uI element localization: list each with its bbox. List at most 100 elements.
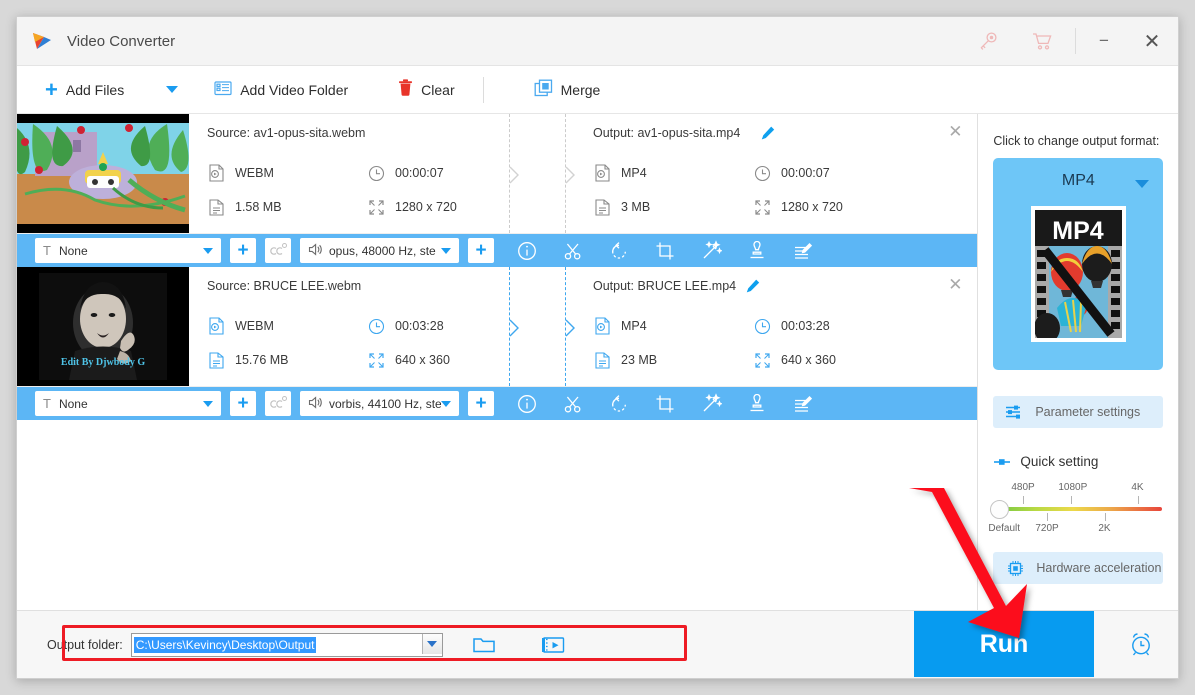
add-audio-button[interactable]: + [468, 391, 494, 416]
alarm-clock-icon[interactable] [1128, 631, 1154, 662]
effects-icon[interactable] [700, 240, 722, 262]
cart-icon[interactable] [1015, 17, 1069, 65]
merge-icon [534, 79, 553, 101]
app-root: Video Converter − ✕ + Add Files Add Vide… [0, 0, 1195, 695]
watermark-icon[interactable] [746, 240, 768, 262]
info-icon[interactable] [516, 393, 538, 415]
file-card: Source: av1-opus-sita.webm WEBM 1.58 MB … [17, 114, 978, 234]
output-duration: 00:03:28 [753, 317, 830, 335]
add-subtitle-button[interactable]: + [230, 238, 256, 263]
add-audio-button[interactable]: + [468, 238, 494, 263]
remove-file-button[interactable]: ✕ [945, 275, 965, 295]
quick-setting-header: Quick setting [993, 454, 1098, 469]
source-filename: Source: BRUCE LEE.webm [207, 279, 362, 293]
output-size-value: 23 MB [621, 353, 658, 367]
quick-setting-label: Quick setting [1020, 454, 1099, 469]
slider-label-2k: 2K [1098, 523, 1111, 534]
subtitle-edit-icon[interactable] [792, 240, 814, 262]
titlebar-divider [1075, 28, 1076, 54]
add-video-folder-button[interactable]: Add Video Folder [204, 66, 358, 113]
output-size: 3 MB [593, 198, 650, 216]
chevron-down-icon [1135, 180, 1150, 188]
slider-track[interactable] [1000, 507, 1163, 511]
key-icon[interactable] [961, 17, 1015, 65]
slider-tick-480p [1023, 496, 1025, 504]
add-files-label: Add Files [65, 81, 125, 98]
chevron-down-icon [203, 247, 213, 254]
output-folder-dropdown-button[interactable] [421, 633, 442, 654]
edit-pencil-icon[interactable] [744, 278, 762, 296]
merge-button[interactable]: Merge [524, 66, 611, 113]
output-folder-input[interactable]: C:\Users\Kevincy\Desktop\Output [130, 632, 443, 657]
clear-button[interactable]: Clear [388, 66, 464, 113]
output-format-value: MP4 [621, 166, 647, 180]
subtitle-t-icon: T [43, 243, 51, 258]
video-thumbnail: Edit By Djwbody G [17, 267, 189, 386]
add-files-button[interactable]: + Add Files [35, 66, 134, 113]
add-files-dropdown-button[interactable] [156, 66, 188, 113]
add-subtitle-button[interactable]: + [230, 391, 256, 416]
crop-icon[interactable] [654, 393, 676, 415]
slider-label-4k: 4K [1131, 482, 1144, 493]
subtitle-edit-icon[interactable] [792, 393, 814, 415]
resolution-icon-out [753, 351, 771, 369]
scissors-icon[interactable] [562, 393, 584, 415]
slider-knob[interactable] [990, 500, 1010, 519]
parameter-settings-button[interactable]: Parameter settings [993, 396, 1164, 428]
plus-icon: + [45, 76, 58, 102]
scissors-icon[interactable] [562, 240, 584, 262]
trash-icon [398, 79, 413, 100]
app-logo-icon [31, 30, 53, 52]
source-resolution-value: 1280 x 720 [395, 200, 457, 214]
output-format-selector[interactable]: MP4 MP4 [993, 158, 1164, 370]
subtitle-select[interactable]: T None [35, 391, 221, 416]
chevron-down-icon [166, 86, 179, 93]
preview-output-button[interactable] [541, 632, 567, 658]
remove-file-button[interactable]: ✕ [945, 122, 965, 142]
svg-text:MP4: MP4 [1053, 217, 1105, 245]
titlebar-actions: − ✕ [961, 17, 1178, 65]
effects-icon[interactable] [700, 393, 722, 415]
output-resolution-value: 1280 x 720 [781, 200, 843, 214]
slider-tick-2k [1105, 513, 1107, 521]
change-format-label: Click to change output format: [993, 134, 1160, 148]
close-button[interactable]: ✕ [1126, 17, 1178, 65]
minimize-button[interactable]: − [1082, 17, 1126, 65]
rotate-icon[interactable] [608, 393, 630, 415]
output-filename: Output: BRUCE LEE.mp4 [593, 279, 737, 293]
output-size-value: 3 MB [621, 200, 651, 214]
source-format: WEBM [207, 317, 274, 335]
slider-tick-720p [1047, 513, 1049, 521]
sliders-icon [1005, 404, 1023, 420]
closed-caption-button[interactable] [265, 391, 291, 416]
source-size-value: 1.58 MB [235, 200, 282, 214]
audio-track-select[interactable]: vorbis, 44100 Hz, ste [300, 391, 459, 416]
source-duration: 00:00:07 [367, 164, 444, 182]
source-duration: 00:03:28 [367, 317, 444, 335]
video-file-icon-out [593, 164, 611, 182]
resolution-icon [367, 198, 385, 216]
output-folder-label: Output folder: [47, 637, 123, 652]
hardware-acceleration-button[interactable]: Hardware acceleration [993, 552, 1164, 584]
open-folder-button[interactable] [471, 632, 497, 658]
closed-caption-button[interactable] [265, 238, 291, 263]
crop-icon[interactable] [654, 240, 676, 262]
source-format-value: WEBM [235, 319, 274, 333]
audio-track-select[interactable]: opus, 48000 Hz, ste [300, 238, 459, 263]
speaker-icon [308, 242, 323, 259]
file-action-strip: T None + [17, 387, 978, 420]
rotate-icon[interactable] [608, 240, 630, 262]
source-resolution: 1280 x 720 [367, 198, 457, 216]
edit-pencil-icon[interactable] [759, 125, 777, 143]
source-resolution-value: 640 x 360 [395, 353, 450, 367]
format-thumbnail: MP4 [1031, 206, 1127, 342]
resolution-icon-out [753, 198, 771, 216]
info-icon[interactable] [516, 240, 538, 262]
run-button[interactable]: Run [914, 611, 1094, 677]
watermark-icon[interactable] [746, 393, 768, 415]
video-file-icon [207, 164, 225, 182]
output-resolution: 640 x 360 [753, 351, 836, 369]
subtitle-select[interactable]: T None [35, 238, 221, 263]
cpu-chip-icon [1007, 560, 1024, 577]
document-icon-out [593, 351, 611, 369]
